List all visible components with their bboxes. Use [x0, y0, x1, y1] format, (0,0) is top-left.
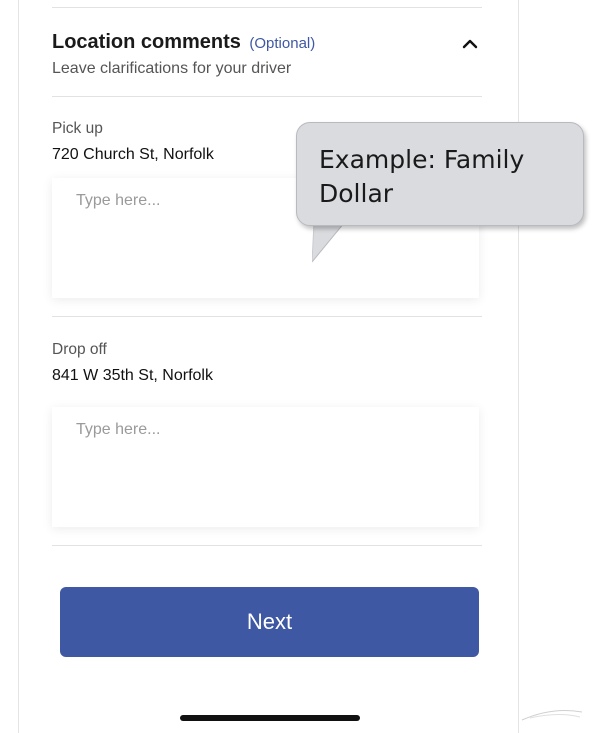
tooltip-box: Example: Family Dollar	[296, 122, 584, 226]
home-indicator	[180, 715, 360, 721]
dropoff-label: Drop off	[52, 341, 107, 358]
section-title: Location comments	[52, 31, 241, 53]
dropoff-address: 841 W 35th St, Norfolk	[52, 367, 213, 384]
example-tooltip: Example: Family Dollar	[290, 122, 590, 272]
dropoff-divider	[52, 545, 482, 546]
dropoff-comment-input[interactable]	[52, 407, 479, 527]
tooltip-tail	[312, 222, 345, 263]
chevron-up-icon[interactable]	[460, 36, 480, 52]
top-divider	[52, 7, 482, 8]
next-button[interactable]: Next	[60, 587, 479, 657]
pickup-address: 720 Church St, Norfolk	[52, 146, 214, 163]
pickup-divider	[52, 316, 482, 317]
optional-label: (Optional)	[249, 35, 316, 52]
section-subtitle: Leave clarifications for your driver	[52, 60, 292, 77]
section-header[interactable]: Location comments (Optional)	[52, 31, 315, 54]
phone-screen: Location comments (Optional) Leave clari…	[18, 0, 519, 733]
page-curl-decoration	[521, 709, 583, 721]
tooltip-text-line1: Example: Family	[319, 145, 525, 174]
tooltip-text-line2: Dollar	[319, 179, 394, 208]
header-divider	[52, 96, 482, 97]
pickup-label: Pick up	[52, 120, 103, 137]
